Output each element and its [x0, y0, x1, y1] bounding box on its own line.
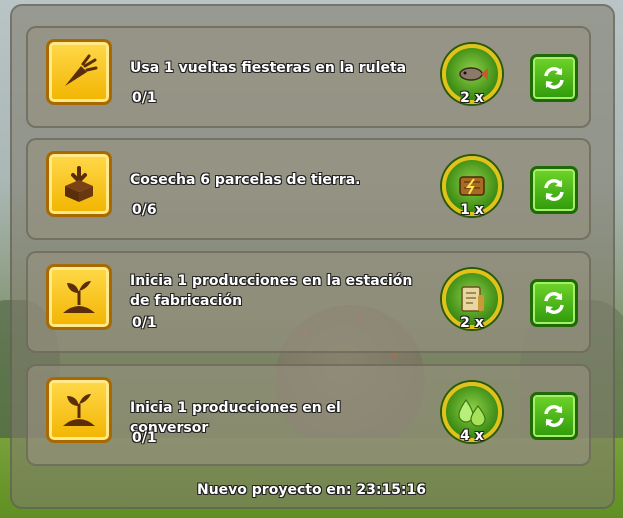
reward-quantity: 1 x — [460, 202, 484, 218]
refresh-icon — [544, 292, 564, 314]
task-progress: 0/1 — [132, 430, 157, 446]
task-title: Inicia 1 producciones en la estación de … — [130, 273, 413, 309]
harvest-box-icon — [46, 151, 112, 217]
task-progress: 0/1 — [132, 315, 157, 331]
next-project-timer: Nuevo proyecto en: 23:15:16 — [196, 482, 427, 498]
refresh-task-button[interactable] — [530, 166, 578, 214]
task-row: Inicia 1 producciones en el conversor 0/… — [26, 364, 591, 466]
reward-quantity: 2 x — [460, 315, 484, 331]
task-progress: 0/1 — [132, 90, 157, 106]
sprout-icon — [46, 377, 112, 443]
reward-quantity: 4 x — [460, 428, 484, 444]
fish-icon — [459, 67, 488, 81]
task-progress: 0/6 — [132, 202, 157, 218]
wood-plank-icon — [459, 176, 485, 196]
task-title: Inicia 1 producciones en el conversor — [130, 400, 341, 436]
task-title: Usa 1 vueltas fiesteras en la ruleta — [130, 60, 407, 76]
refresh-task-button[interactable] — [530, 279, 578, 327]
paper-roll-icon — [461, 286, 484, 312]
refresh-task-button[interactable] — [530, 54, 578, 102]
task-row: Usa 1 vueltas fiesteras en la ruleta 0/1… — [26, 26, 591, 128]
water-drops-icon — [458, 398, 486, 427]
reward-quantity: 2 x — [460, 90, 484, 106]
refresh-icon — [544, 179, 564, 201]
sprout-icon — [46, 264, 112, 330]
task-title: Cosecha 6 parcelas de tierra. — [130, 172, 361, 188]
refresh-icon — [544, 67, 564, 89]
refresh-icon — [544, 405, 564, 427]
carrot-icon — [46, 39, 112, 105]
refresh-task-button[interactable] — [530, 392, 578, 440]
task-row: Inicia 1 producciones en la estación de … — [26, 251, 591, 353]
task-row: Cosecha 6 parcelas de tierra. 0/6 1 x — [26, 138, 591, 240]
